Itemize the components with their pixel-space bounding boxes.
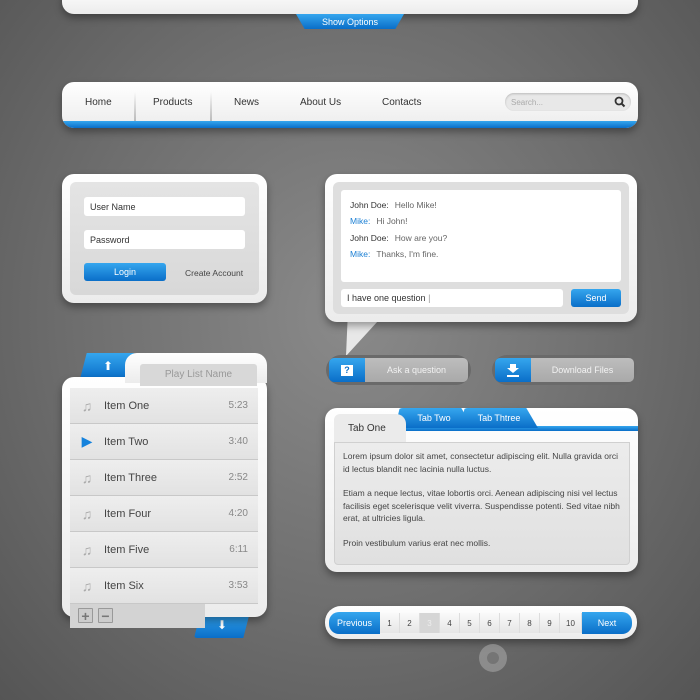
page-7[interactable]: 7 [500, 613, 520, 633]
page-3-current[interactable]: 3 [420, 613, 440, 633]
previous-button[interactable]: Previous [329, 612, 380, 634]
page-1[interactable]: 1 [380, 613, 400, 633]
playlist-item-playing[interactable]: ▶ Item Two 3:40 [70, 424, 258, 460]
ask-question-button[interactable]: ? Ask a question [326, 355, 471, 385]
music-note-icon: ♫ [81, 397, 93, 414]
send-button[interactable]: Send [571, 289, 621, 307]
tab-content: Lorem ipsum dolor sit amet, consectetur … [334, 442, 630, 565]
add-icon[interactable]: + [78, 608, 93, 624]
chat-input[interactable]: I have one question | [341, 289, 563, 307]
search-placeholder: Search... [511, 97, 544, 107]
page-6[interactable]: 6 [480, 613, 500, 633]
download-files-button[interactable]: Download Files [492, 355, 637, 385]
options-panel [62, 0, 638, 14]
login-button[interactable]: Login [84, 263, 166, 281]
chat-message: John Doe: Hello Mike! [350, 200, 437, 210]
page-5[interactable]: 5 [460, 613, 480, 633]
nav-accent-strip [62, 121, 638, 128]
password-field[interactable]: Password [84, 230, 245, 249]
nav-contacts[interactable]: Contacts [382, 97, 421, 108]
page-10[interactable]: 10 [560, 613, 582, 633]
question-bubble-icon: ? [341, 364, 353, 376]
page-4[interactable]: 4 [440, 613, 460, 633]
tab-paragraph: Lorem ipsum dolor sit amet, consectetur … [343, 451, 618, 474]
tab-three[interactable]: Tab Thtree [460, 408, 538, 428]
next-button[interactable]: Next [582, 612, 632, 634]
chat-message: John Doe: How are you? [350, 233, 448, 243]
playlist-title: Play List Name [140, 364, 257, 386]
search-icon[interactable] [614, 96, 626, 108]
tab-one[interactable]: Tab One [334, 414, 406, 444]
watermark-logo [479, 644, 507, 672]
tab-paragraph: Proin vestibulum varius erat nec mollis. [343, 537, 491, 548]
nav-products[interactable]: Products [153, 97, 192, 108]
playlist-item[interactable]: ♫ Item Five 6:11 [70, 532, 258, 568]
tab-paragraph: Etiam a neque lectus, vitae lobortis orc… [343, 488, 620, 523]
nav-about-us[interactable]: About Us [300, 97, 341, 108]
music-note-icon: ♫ [81, 541, 93, 558]
nav-news[interactable]: News [234, 97, 259, 108]
nav-divider [210, 92, 212, 121]
download-icon [507, 364, 519, 377]
username-field[interactable]: User Name [84, 197, 245, 216]
page-2[interactable]: 2 [400, 613, 420, 633]
music-note-icon: ♫ [81, 505, 93, 522]
page-8[interactable]: 8 [520, 613, 540, 633]
playlist-item[interactable]: ♫ Item Three 2:52 [70, 460, 258, 496]
playlist-item[interactable]: ♫ Item One 5:23 [70, 388, 258, 424]
playlist-item[interactable]: ♫ Item Four 4:20 [70, 496, 258, 532]
remove-icon[interactable]: − [98, 608, 113, 624]
nav-divider [134, 92, 136, 121]
create-account-link[interactable]: Create Account [185, 268, 243, 278]
music-note-icon: ♫ [81, 469, 93, 486]
page-9[interactable]: 9 [540, 613, 560, 633]
search-input[interactable]: Search... [505, 93, 631, 111]
playlist-item[interactable]: ♫ Item Six 3:53 [70, 568, 258, 604]
chat-message: Mike: Hi John! [350, 216, 408, 226]
chat-message: Mike: Thanks, I'm fine. [350, 249, 439, 259]
show-options-button[interactable]: Show Options [296, 14, 404, 29]
play-icon: ▶ [81, 433, 93, 449]
nav-home[interactable]: Home [85, 97, 112, 108]
music-note-icon: ♫ [81, 577, 93, 594]
